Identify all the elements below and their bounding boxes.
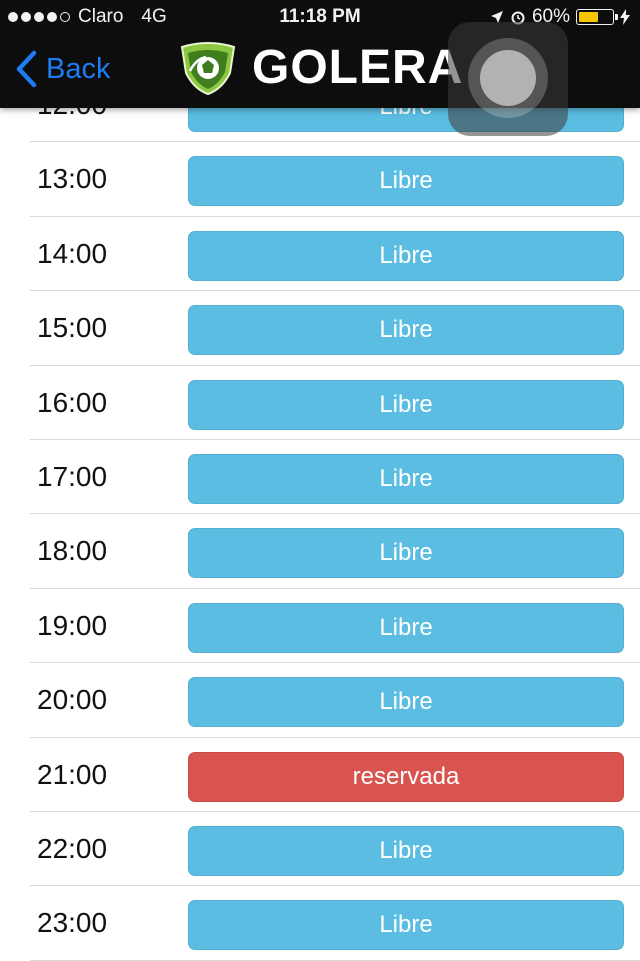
time-slot-row: 23:00 Libre: [30, 886, 640, 961]
chevron-left-icon: [16, 50, 37, 88]
free-slot-button[interactable]: Libre: [188, 528, 624, 579]
free-slot-button[interactable]: Libre: [188, 230, 624, 281]
back-button[interactable]: Back: [14, 50, 110, 88]
slot-time-label: 19:00: [37, 609, 108, 641]
time-slot-row: 14:00 Libre: [30, 217, 640, 292]
time-slot-row: 17:00 Libre: [30, 440, 640, 515]
time-slot-row: 13:00 Libre: [30, 142, 640, 217]
free-slot-button[interactable]: Libre: [188, 825, 624, 876]
battery-icon: [576, 9, 618, 25]
time-slot-row: 18:00 Libre: [30, 514, 640, 589]
time-slot-row: 16:00 Libre: [30, 366, 640, 440]
slot-time-label: 21:00: [37, 758, 108, 790]
top-bar: Claro 4G 11:18 PM 60% Back GOLERA: [0, 0, 640, 136]
time-slot-list: 12:00Libre13:00Libre14:00Libre15:00Libre…: [0, 68, 640, 961]
brand-name: GOLERA: [252, 41, 464, 94]
free-slot-button[interactable]: Libre: [188, 677, 624, 728]
slot-time-label: 18:00: [37, 535, 108, 567]
free-slot-button[interactable]: Libre: [188, 156, 624, 207]
slot-time-label: 20:00: [37, 684, 108, 716]
battery-level-fill: [579, 12, 598, 22]
time-slot-row: 22:00 Libre: [30, 812, 640, 887]
time-slot-row: 15:00 Libre: [30, 291, 640, 366]
slot-time-label: 22:00: [37, 832, 108, 864]
slot-time-label: 14:00: [37, 237, 108, 269]
slot-time-label: 17:00: [37, 460, 108, 492]
app-logo: GOLERA: [178, 40, 463, 95]
assistive-touch-button[interactable]: [448, 22, 568, 136]
reserved-slot-button[interactable]: reservada: [188, 751, 624, 802]
free-slot-button[interactable]: Libre: [188, 305, 624, 356]
free-slot-button[interactable]: Libre: [188, 379, 624, 430]
shield-ball-logo-icon: [180, 41, 236, 95]
navigation-bar: Back GOLERA: [0, 22, 640, 136]
time-slot-row: 20:00 Libre: [30, 663, 640, 738]
slot-time-label: 15:00: [37, 312, 108, 344]
free-slot-button[interactable]: Libre: [188, 900, 624, 951]
free-slot-button[interactable]: Libre: [188, 453, 624, 504]
charging-bolt-icon: [620, 9, 630, 25]
assistive-touch-core: [480, 50, 536, 106]
time-slot-row: 21:00 reservada: [30, 738, 640, 812]
back-button-label: Back: [46, 52, 111, 85]
free-slot-button[interactable]: Libre: [188, 602, 624, 653]
slot-time-label: 23:00: [37, 907, 108, 939]
slot-time-label: 16:00: [37, 386, 108, 418]
slot-time-label: 13:00: [37, 163, 108, 195]
time-slot-row: 19:00 Libre: [30, 589, 640, 664]
